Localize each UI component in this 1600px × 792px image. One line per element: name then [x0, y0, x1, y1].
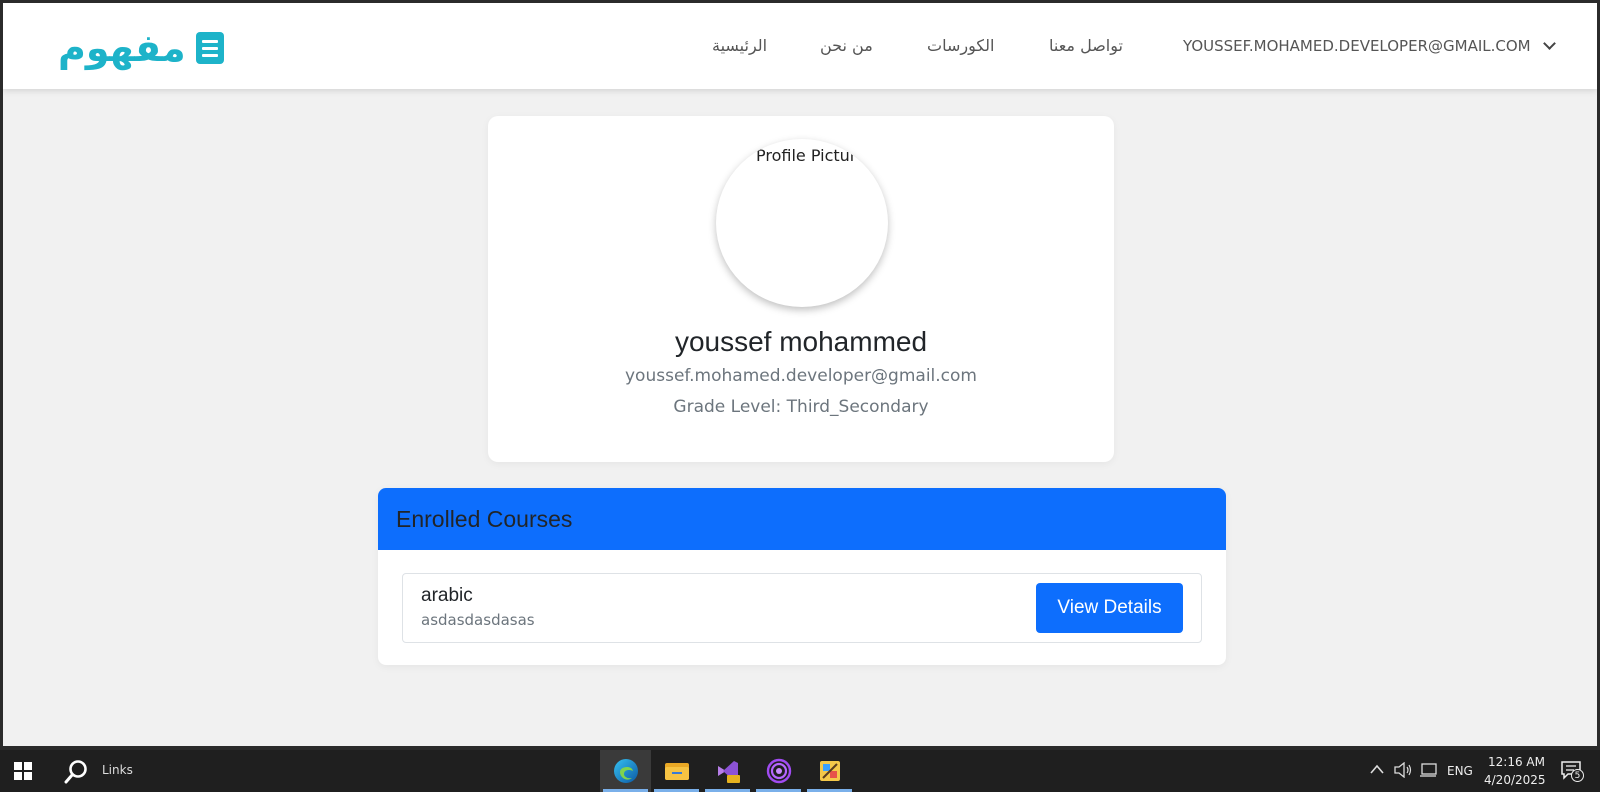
- brand-logo[interactable]: مفهوم: [58, 25, 224, 71]
- course-description: asdasdasdasas: [421, 611, 535, 629]
- notification-count: 5: [1571, 769, 1584, 782]
- nav-link-home[interactable]: الرئيسية: [712, 36, 767, 55]
- list-item: arabic asdasdasdasas View Details: [402, 573, 1202, 643]
- courses-title: Enrolled Courses: [396, 506, 573, 532]
- paint-app-icon: [819, 761, 840, 781]
- clock-time[interactable]: 12:16 AM: [1488, 755, 1545, 769]
- browser-viewport: مفهوم الرئيسية من نحن الكورسات تواصل معن…: [3, 3, 1597, 746]
- taskbar-app-edge[interactable]: [600, 750, 651, 792]
- nav-link-about[interactable]: من نحن: [820, 36, 873, 55]
- courses-header: Enrolled Courses: [378, 488, 1226, 550]
- chevron-up-icon[interactable]: [1370, 764, 1384, 774]
- chevron-down-icon: [1542, 37, 1556, 50]
- user-dropdown[interactable]: YOUSSEF.MOHAMED.DEVELOPER@GMAIL.COM: [1183, 37, 1556, 55]
- taskbar: Links ENG 12:16 AM 4/20/2025 5: [0, 750, 1600, 792]
- taskbar-app-spiral[interactable]: [753, 750, 804, 792]
- taskbar-app-paint[interactable]: [804, 750, 855, 792]
- edge-icon: [613, 759, 638, 783]
- spiral-app-icon: [766, 758, 791, 784]
- avatar: Profile Pictur: [716, 139, 888, 307]
- windows-start-icon[interactable]: [14, 762, 33, 781]
- avatar-alt-text: Profile Pictur: [756, 146, 857, 165]
- profile-grade-level: Grade Level: Third_Secondary: [673, 397, 929, 417]
- visual-studio-preview-icon: [717, 761, 740, 783]
- file-explorer-icon: [664, 763, 689, 780]
- user-email-label: YOUSSEF.MOHAMED.DEVELOPER@GMAIL.COM: [1183, 37, 1531, 55]
- taskbar-search-label[interactable]: Links: [102, 763, 133, 777]
- profile-name: youssef mohammed: [674, 326, 928, 357]
- network-icon[interactable]: [1419, 762, 1437, 778]
- taskbar-app-file-explorer[interactable]: [651, 750, 702, 792]
- language-indicator[interactable]: ENG: [1447, 764, 1473, 778]
- nav-link-courses[interactable]: الكورسات: [927, 36, 995, 55]
- volume-icon[interactable]: [1394, 762, 1412, 778]
- navbar: مفهوم الرئيسية من نحن الكورسات تواصل معن…: [3, 3, 1597, 89]
- profile-email: youssef.mohamed.developer@gmail.com: [625, 366, 977, 386]
- taskbar-app-visual-studio[interactable]: [702, 750, 753, 792]
- brand-name: مفهوم: [58, 26, 186, 70]
- search-icon[interactable]: [64, 759, 88, 785]
- nav-link-contact[interactable]: تواصل معنا: [1049, 36, 1123, 55]
- course-name: arabic: [421, 585, 473, 606]
- view-details-button[interactable]: View Details: [1036, 583, 1183, 633]
- profile-card: Profile Pictur youssef mohammed youssef.…: [488, 116, 1114, 462]
- enrolled-courses-card: Enrolled Courses arabic asdasdasdasas Vi…: [378, 488, 1226, 665]
- clock-date[interactable]: 4/20/2025: [1484, 773, 1546, 787]
- book-icon: [195, 32, 224, 64]
- notification-center-icon[interactable]: 5: [1560, 760, 1584, 782]
